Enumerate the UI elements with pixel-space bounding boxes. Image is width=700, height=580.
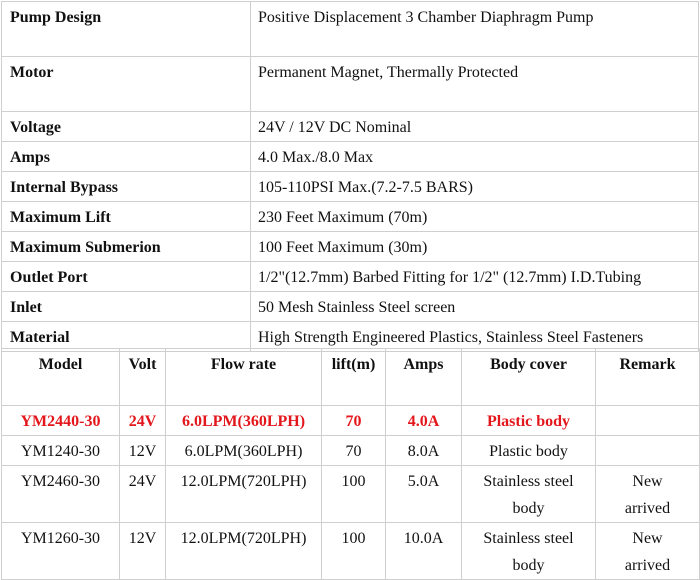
spec-row: Outlet Port 1/2"(12.7mm) Barbed Fitting … (1, 261, 699, 292)
amps-cell: 5.0A (385, 465, 462, 523)
model-table: Model Volt Flow rate lift(m) Amps Body c… (1, 348, 700, 580)
spec-value: 50 Mesh Stainless Steel screen (250, 291, 699, 322)
header-lift: lift(m) (321, 348, 386, 406)
spec-row: Maximum Lift 230 Feet Maximum (70m) (1, 201, 699, 232)
model-cell: YM2460-30 (1, 465, 120, 523)
model-row: YM2460-30 24V 12.0LPM(720LPH) 100 5.0A S… (1, 465, 700, 523)
model-cell: YM1260-30 (1, 522, 120, 580)
lift-cell: 70 (321, 435, 386, 466)
volt-cell: 12V (119, 522, 166, 580)
flow-cell: 12.0LPM(720LPH) (165, 522, 322, 580)
body-cell: Plastic body (461, 405, 596, 436)
flow-cell: 12.0LPM(720LPH) (165, 465, 322, 523)
spec-label: Pump Design (1, 1, 251, 57)
spec-row: Maximum Submerion 100 Feet Maximum (30m) (1, 231, 699, 262)
remark-cell: New arrived (595, 465, 700, 523)
spec-value: Permanent Magnet, Thermally Protected (250, 56, 699, 112)
amps-cell: 8.0A (385, 435, 462, 466)
model-row: YM1260-30 12V 12.0LPM(720LPH) 100 10.0A … (1, 522, 700, 580)
spec-row: Voltage 24V / 12V DC Nominal (1, 111, 699, 142)
model-cell: YM2440-30 (1, 405, 120, 436)
header-amps: Amps (385, 348, 462, 406)
remark-cell (595, 435, 700, 466)
body-cell: Stainless steel body (461, 465, 596, 523)
header-remark: Remark (595, 348, 700, 406)
spec-row: Pump Design Positive Displacement 3 Cham… (1, 1, 699, 57)
spec-value: 105-110PSI Max.(7.2-7.5 BARS) (250, 171, 699, 202)
spec-value: 4.0 Max./8.0 Max (250, 141, 699, 172)
spec-table: Pump Design Positive Displacement 3 Cham… (1, 1, 699, 352)
spec-row: Motor Permanent Magnet, Thermally Protec… (1, 56, 699, 112)
spec-value: 100 Feet Maximum (30m) (250, 231, 699, 262)
spec-label: Voltage (1, 111, 251, 142)
amps-cell: 10.0A (385, 522, 462, 580)
spec-value: 1/2"(12.7mm) Barbed Fitting for 1/2" (12… (250, 261, 699, 292)
spec-row: Amps 4.0 Max./8.0 Max (1, 141, 699, 172)
spec-label: Maximum Lift (1, 201, 251, 232)
model-row: YM1240-30 12V 6.0LPM(360LPH) 70 8.0A Pla… (1, 435, 700, 466)
flow-cell: 6.0LPM(360LPH) (165, 435, 322, 466)
spec-row: Material High Strength Engineered Plasti… (1, 321, 699, 352)
spec-value: High Strength Engineered Plastics, Stain… (250, 321, 699, 352)
spec-value: 24V / 12V DC Nominal (250, 111, 699, 142)
header-model: Model (1, 348, 120, 406)
spec-value: Positive Displacement 3 Chamber Diaphrag… (250, 1, 699, 57)
body-cell: Stainless steel body (461, 522, 596, 580)
flow-cell: 6.0LPM(360LPH) (165, 405, 322, 436)
lift-cell: 100 (321, 465, 386, 523)
spec-row: Inlet 50 Mesh Stainless Steel screen (1, 291, 699, 322)
spec-value: 230 Feet Maximum (70m) (250, 201, 699, 232)
spec-label: Motor (1, 56, 251, 112)
spec-label: Outlet Port (1, 261, 251, 292)
header-volt: Volt (119, 348, 166, 406)
header-body-cover: Body cover (461, 348, 596, 406)
spec-label: Maximum Submerion (1, 231, 251, 262)
spec-label: Material (1, 321, 251, 352)
volt-cell: 24V (119, 405, 166, 436)
spec-row: Internal Bypass 105-110PSI Max.(7.2-7.5 … (1, 171, 699, 202)
spec-label: Inlet (1, 291, 251, 322)
header-flow-rate: Flow rate (165, 348, 322, 406)
body-cell: Plastic body (461, 435, 596, 466)
lift-cell: 70 (321, 405, 386, 436)
remark-cell: New arrived (595, 522, 700, 580)
spec-label: Amps (1, 141, 251, 172)
remark-cell (595, 405, 700, 436)
volt-cell: 24V (119, 465, 166, 523)
lift-cell: 100 (321, 522, 386, 580)
volt-cell: 12V (119, 435, 166, 466)
amps-cell: 4.0A (385, 405, 462, 436)
model-row-highlighted: YM2440-30 24V 6.0LPM(360LPH) 70 4.0A Pla… (1, 405, 700, 436)
spec-label: Internal Bypass (1, 171, 251, 202)
model-header-row: Model Volt Flow rate lift(m) Amps Body c… (1, 348, 700, 406)
model-cell: YM1240-30 (1, 435, 120, 466)
